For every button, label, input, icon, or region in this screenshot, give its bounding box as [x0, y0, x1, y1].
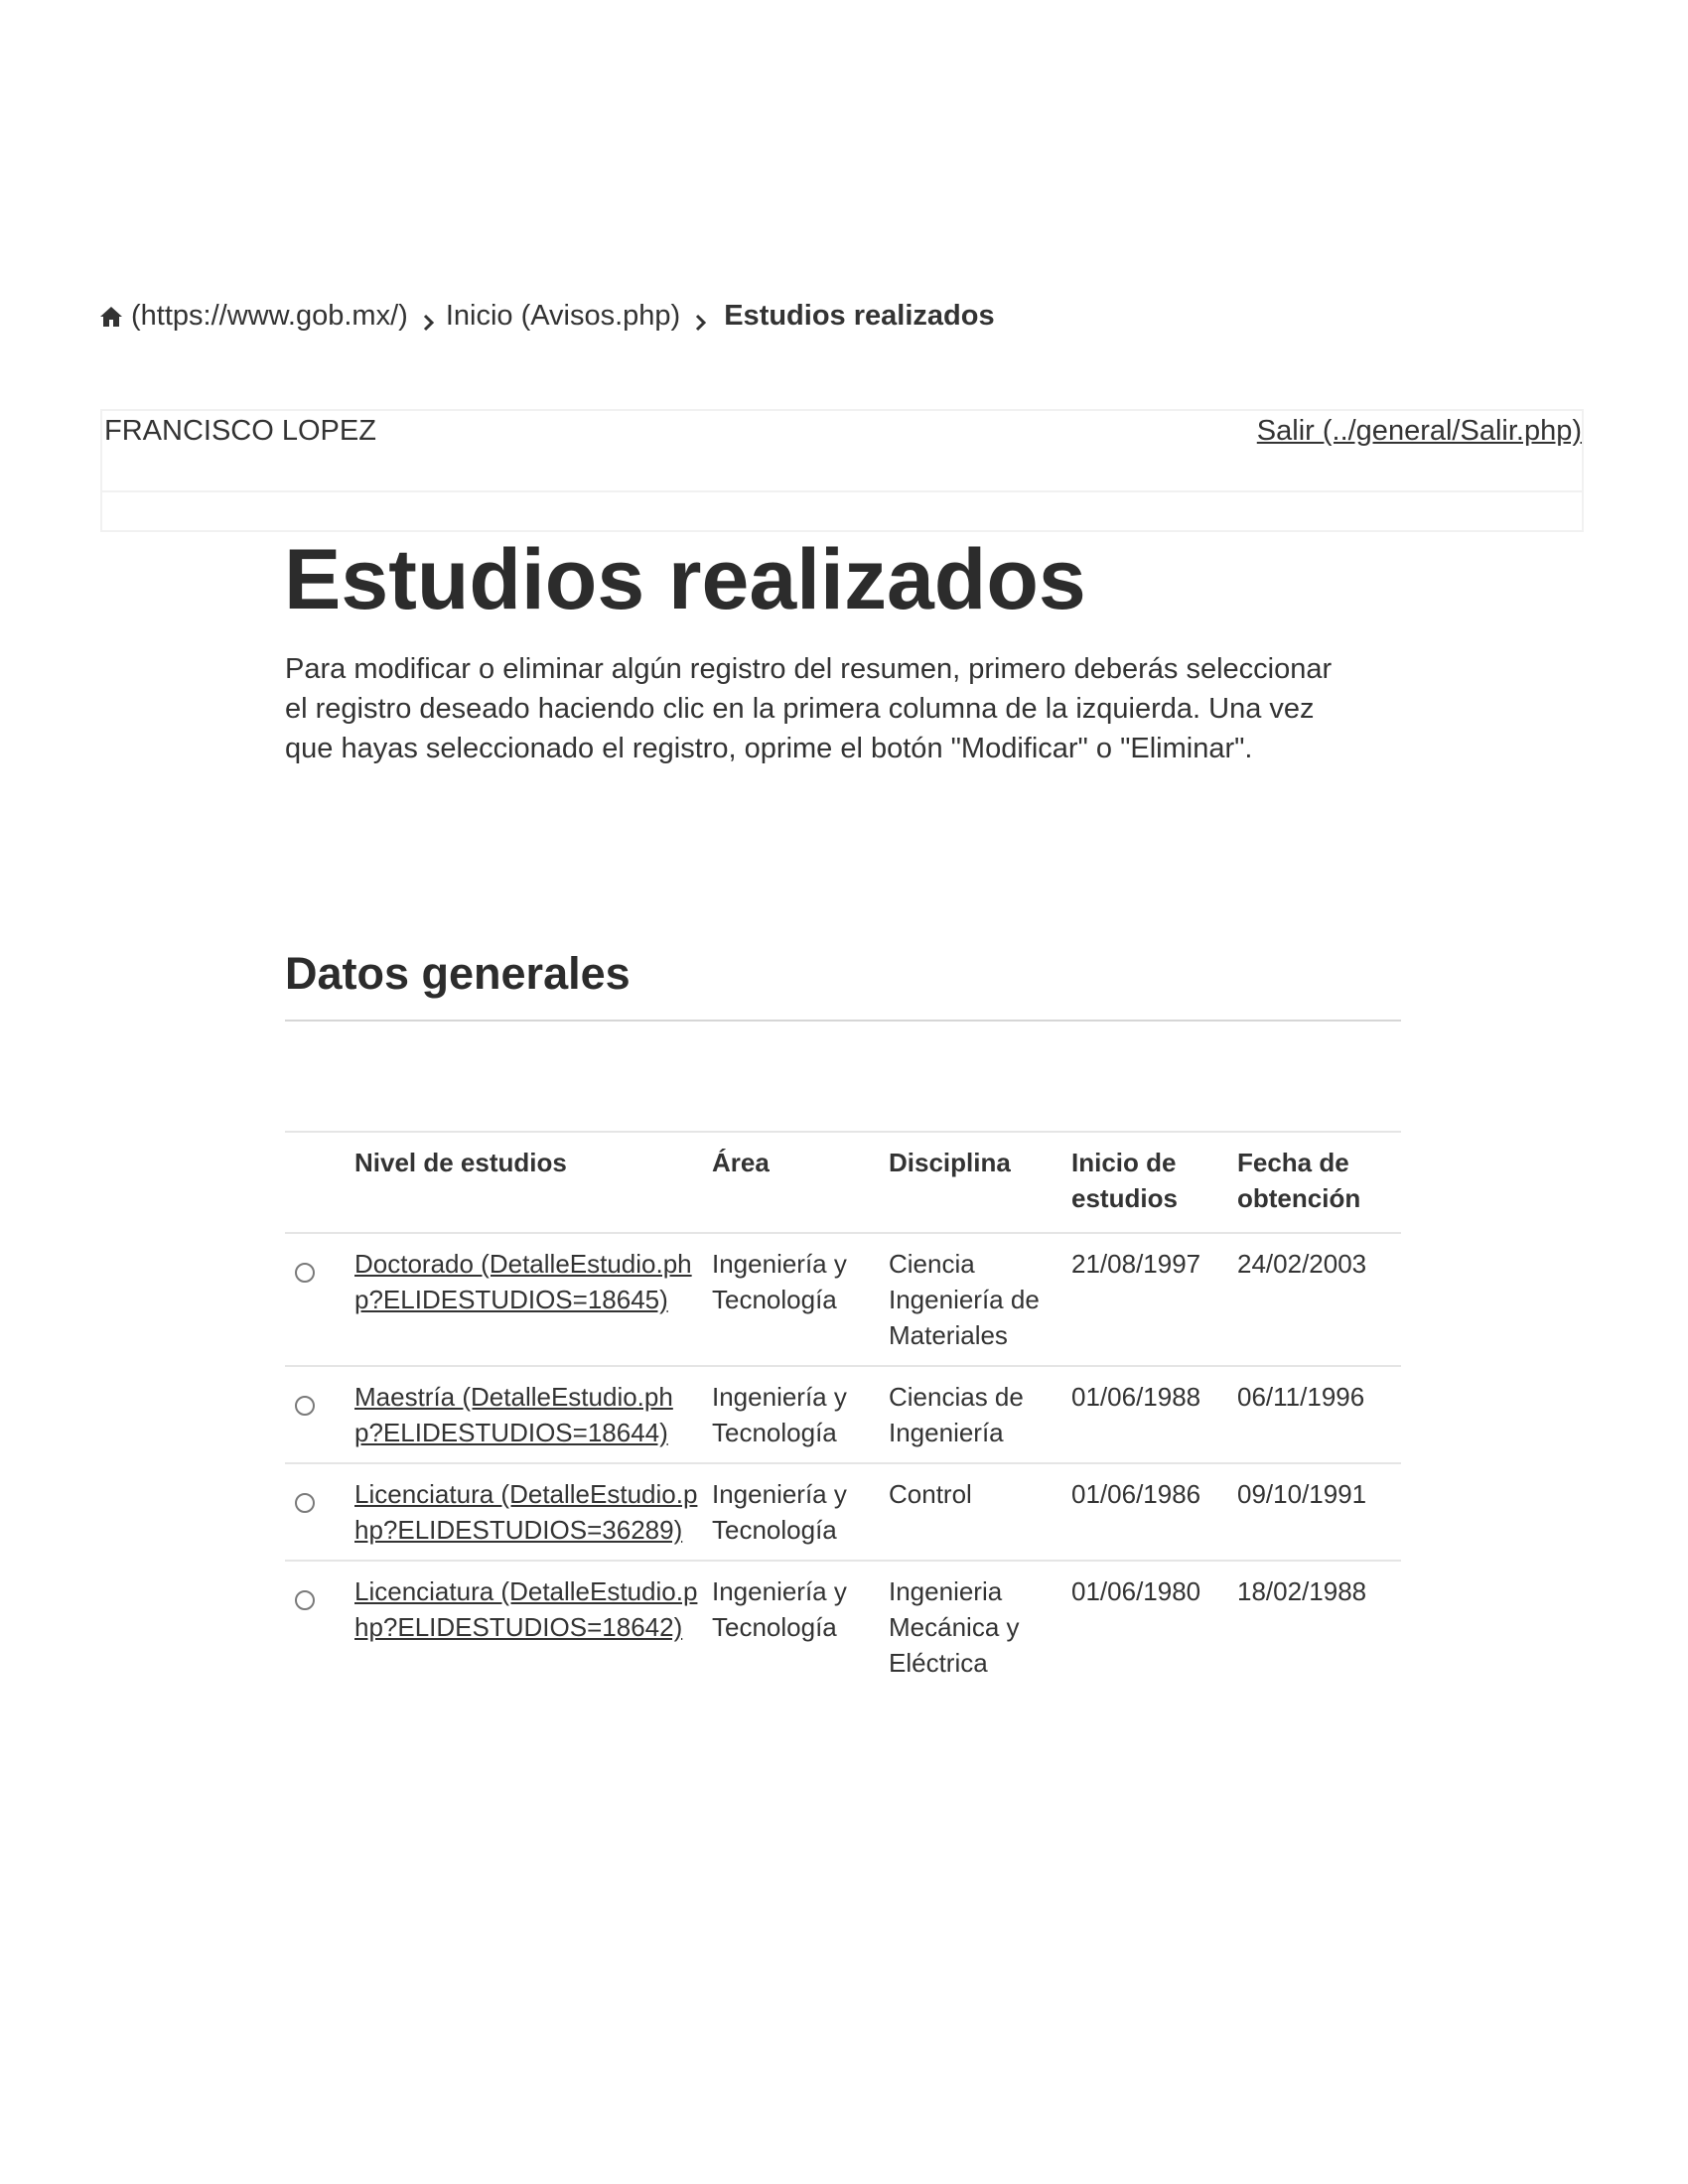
inicio-cell: 01/06/1986 — [1071, 1463, 1237, 1562]
inicio-cell: 21/08/1997 — [1071, 1233, 1237, 1367]
page-title: Estudios realizados — [284, 532, 1086, 627]
header-select — [285, 1131, 354, 1234]
nivel-link[interactable]: Licenciatura (DetalleEstudio.php?ELIDEST… — [354, 1479, 697, 1545]
select-cell — [285, 1233, 354, 1367]
nivel-cell: Licenciatura (DetalleEstudio.php?ELIDEST… — [354, 1463, 712, 1562]
user-bar: FRANCISCO LOPEZ Salir (../general/Salir.… — [100, 409, 1584, 532]
nivel-link[interactable]: Doctorado (DetalleEstudio.php?ELIDESTUDI… — [354, 1249, 692, 1314]
row-radio[interactable] — [295, 1263, 315, 1283]
fecha-cell: 06/11/1996 — [1237, 1366, 1401, 1464]
studies-table: Nivel de estudios Área Disciplina Inicio… — [285, 1131, 1401, 1693]
nivel-cell: Licenciatura (DetalleEstudio.php?ELIDEST… — [354, 1561, 712, 1693]
intro-text: Para modificar o eliminar algún registro… — [285, 653, 1333, 764]
area-cell: Ingeniería y Tecnología — [712, 1576, 847, 1642]
section-divider — [285, 1020, 1401, 1022]
row-radio[interactable] — [295, 1590, 315, 1610]
select-cell — [285, 1463, 354, 1562]
logout-link[interactable]: Salir (../general/Salir.php) — [1257, 415, 1582, 448]
header-nivel: Nivel de estudios — [354, 1131, 712, 1234]
disciplina-cell: Ingenieria Mecánica y Eléctrica — [889, 1576, 1020, 1678]
area-cell: Ingeniería y Tecnología — [712, 1366, 889, 1464]
section-title: Datos generales — [285, 948, 631, 999]
chevron-right-icon — [694, 307, 708, 332]
disciplina-cell: Control — [889, 1463, 1071, 1562]
divider — [102, 490, 1582, 492]
header-inicio: Inicio de estudios — [1071, 1131, 1237, 1234]
table-row: Licenciatura (DetalleEstudio.php?ELIDEST… — [285, 1561, 1401, 1693]
table-header-row: Nivel de estudios Área Disciplina Inicio… — [285, 1131, 1401, 1234]
row-radio[interactable] — [295, 1493, 315, 1513]
header-fecha: Fecha de obtención — [1237, 1131, 1401, 1234]
nivel-cell: Doctorado (DetalleEstudio.php?ELIDESTUDI… — [354, 1233, 712, 1367]
area-cell: Ingeniería y Tecnología — [712, 1233, 889, 1367]
table-row: Licenciatura (DetalleEstudio.php?ELIDEST… — [285, 1463, 1401, 1562]
breadcrumb-current: Estudios realizados — [724, 299, 995, 332]
nivel-cell: Maestría (DetalleEstudio.php?ELIDESTUDIO… — [354, 1366, 712, 1464]
header-disciplina: Disciplina — [889, 1131, 1071, 1234]
fecha-cell: 18/02/1988 — [1237, 1576, 1367, 1606]
breadcrumb-home-link[interactable]: (https://www.gob.mx/) — [131, 300, 408, 333]
home-icon[interactable] — [99, 304, 123, 328]
disciplina-cell: Ciencia Ingeniería de Materiales — [889, 1233, 1071, 1367]
chevron-right-icon — [422, 307, 436, 332]
user-name: FRANCISCO LOPEZ — [104, 415, 376, 447]
table-row: Maestría (DetalleEstudio.php?ELIDESTUDIO… — [285, 1366, 1401, 1464]
fecha-cell: 09/10/1991 — [1237, 1463, 1401, 1562]
select-cell — [285, 1561, 354, 1693]
breadcrumb: (https://www.gob.mx/) Inicio (Avisos.php… — [99, 296, 995, 336]
fecha-cell: 24/02/2003 — [1237, 1233, 1401, 1367]
select-cell — [285, 1366, 354, 1464]
table-row: Doctorado (DetalleEstudio.php?ELIDESTUDI… — [285, 1233, 1401, 1367]
nivel-link[interactable]: Licenciatura (DetalleEstudio.php?ELIDEST… — [354, 1576, 697, 1642]
row-radio[interactable] — [295, 1396, 315, 1416]
breadcrumb-inicio-link[interactable]: Inicio (Avisos.php) — [446, 300, 680, 333]
inicio-cell: 01/06/1980 — [1071, 1576, 1201, 1606]
nivel-link[interactable]: Maestría (DetalleEstudio.php?ELIDESTUDIO… — [354, 1382, 673, 1447]
area-cell: Ingeniería y Tecnología — [712, 1463, 889, 1562]
inicio-cell: 01/06/1988 — [1071, 1366, 1237, 1464]
disciplina-cell: Ciencias de Ingeniería — [889, 1366, 1071, 1464]
header-area: Área — [712, 1131, 889, 1234]
